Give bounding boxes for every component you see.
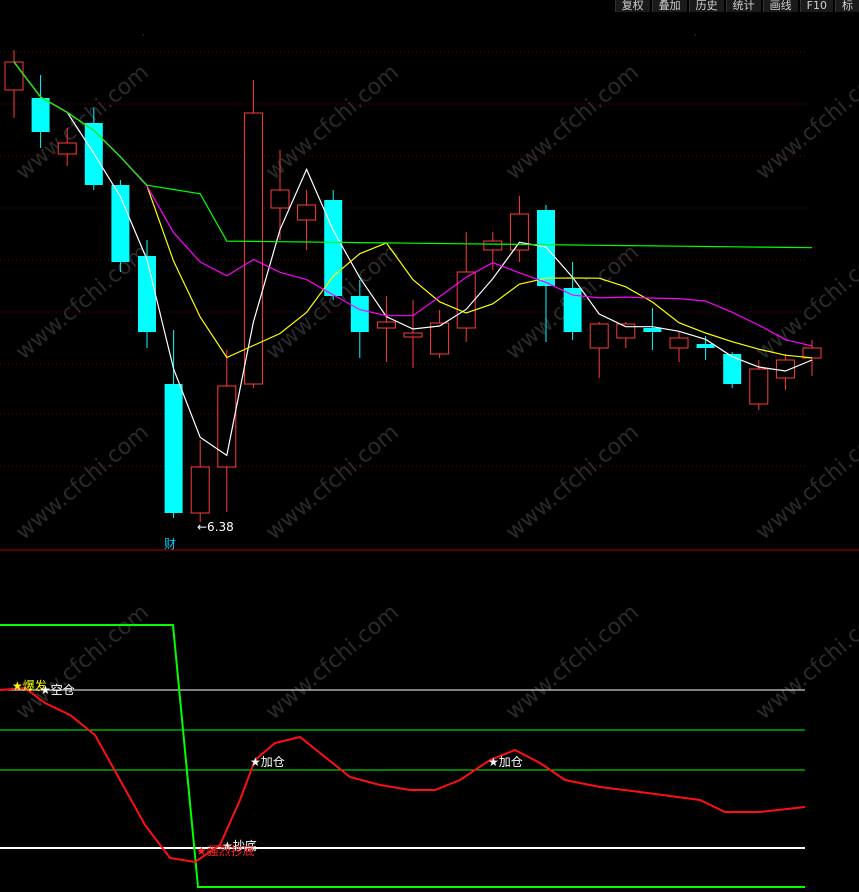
candle-body-up (403, 332, 423, 338)
chart-canvas[interactable]: ←6.38 财 ★爆发★空仓★加仓 ★加仓★抄底★强烈抄底 · · (0, 0, 859, 892)
candle-body-up (589, 323, 609, 349)
candle-body-down (31, 98, 50, 132)
ma-short-line (13, 61, 813, 457)
indicator-red-line (0, 686, 806, 864)
indicator-signal-labels: ★爆发★空仓★加仓 ★加仓★抄底★强烈抄底 (12, 678, 523, 858)
indicator-panel (0, 624, 806, 888)
candle-body-up (456, 271, 476, 329)
price-low-label: ←6.38 (197, 520, 234, 534)
candlestick-series (4, 50, 822, 522)
candle-body-up (376, 321, 396, 329)
moving-average-lines (13, 61, 813, 457)
indicator-signal-label: ★加仓 (488, 755, 523, 769)
candle-body-up (4, 61, 24, 91)
indicator-signal-label: ★强烈抄底 (196, 843, 255, 858)
marker-dot-left: · (142, 31, 145, 40)
candle-body-up (749, 368, 769, 405)
indicator-signal-label: ★加仓 (250, 755, 285, 769)
candle-body-down (164, 384, 183, 513)
marker-dot-right: · (694, 31, 697, 40)
candle-body-up (430, 322, 450, 355)
candle-body-up (243, 112, 263, 385)
candle-body-up (802, 347, 822, 359)
candle-body-up (669, 337, 689, 349)
candle-body-down (350, 296, 369, 332)
candle-body-up (57, 142, 77, 155)
candle-body-down (643, 328, 662, 332)
financial-report-marker[interactable]: 财 (164, 537, 176, 551)
candle-body-down (537, 210, 555, 286)
ma-trend-line (13, 61, 813, 249)
candle-body-down (696, 344, 715, 348)
candle-body-up (270, 189, 290, 209)
indicator-signal-label: ★空仓 (40, 683, 75, 697)
candle-body-up (483, 240, 503, 251)
candle-body-down (138, 256, 156, 332)
candle-body-up (190, 466, 210, 514)
candle-body-up (297, 204, 317, 221)
